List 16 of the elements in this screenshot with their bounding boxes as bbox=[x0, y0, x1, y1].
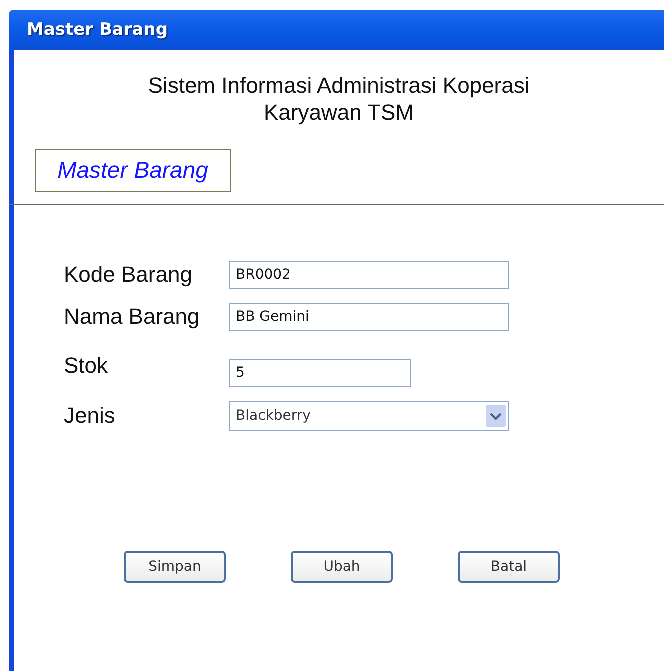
caret-icon bbox=[486, 405, 506, 427]
section-label: Master Barang bbox=[35, 149, 231, 192]
dropdown[interactable]: Blackberry bbox=[229, 401, 509, 431]
form-button[interactable]: Ubah bbox=[291, 551, 393, 583]
app-heading: Sistem Informasi Administrasi Koperasi bbox=[148, 72, 530, 99]
window-title: Master Barang bbox=[27, 20, 168, 40]
form-button[interactable]: Simpan bbox=[124, 551, 226, 583]
app-heading: Karyawan TSM bbox=[264, 99, 414, 126]
text-field[interactable]: BB Gemini bbox=[229, 303, 509, 331]
field-label: Nama Barang bbox=[64, 304, 201, 330]
field-label: Kode Barang bbox=[64, 262, 194, 288]
field-label: Jenis bbox=[64, 403, 116, 429]
text-field[interactable]: 5 bbox=[229, 359, 411, 387]
text-field[interactable]: BR0002 bbox=[229, 261, 509, 289]
field-label: Stok bbox=[64, 353, 110, 379]
form-button[interactable]: Batal bbox=[458, 551, 560, 583]
